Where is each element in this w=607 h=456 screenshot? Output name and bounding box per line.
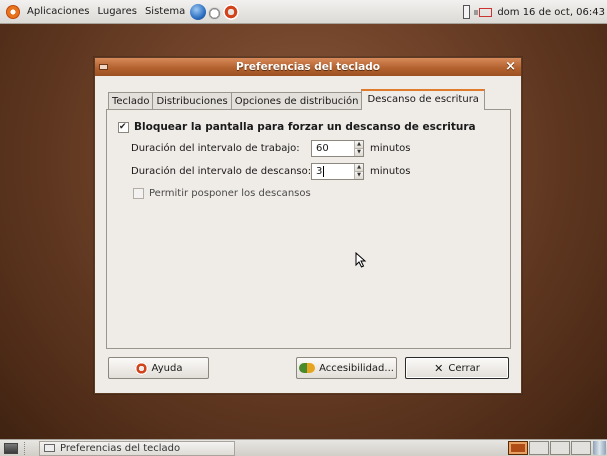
break-interval-label: Duración del intervalo de descanso: — [131, 166, 312, 177]
menu-aplicaciones[interactable]: Aplicaciones — [23, 0, 93, 24]
show-desktop-icon[interactable] — [4, 442, 18, 454]
work-interval-unit: minutos — [370, 143, 411, 154]
window-close-icon[interactable]: × — [505, 58, 516, 76]
taskbar-item-label: Preferencias del teclado — [60, 442, 181, 454]
help-button-label: Ayuda — [151, 362, 183, 374]
keyboard-icon[interactable] — [463, 5, 471, 19]
workspace-1[interactable] — [508, 441, 528, 455]
spin-up-icon[interactable]: ▲ — [355, 164, 363, 172]
clock-icon[interactable] — [208, 6, 222, 20]
menu-sistema[interactable]: Sistema — [141, 0, 189, 24]
postpone-label: Permitir posponer los descansos — [149, 188, 311, 199]
globe-icon[interactable] — [190, 3, 207, 20]
trash-icon[interactable] — [593, 441, 606, 455]
lock-screen-checkbox[interactable] — [118, 121, 129, 133]
postpone-checkbox[interactable] — [133, 188, 144, 199]
mouse-pointer-icon — [355, 252, 367, 268]
window-title: Preferencias del teclado — [236, 61, 380, 73]
panel-grip — [24, 441, 27, 455]
accessibility-icon — [299, 363, 316, 373]
panel-clock[interactable]: dom 16 de oct, 06:43 — [497, 7, 607, 18]
work-interval-row: Duración del intervalo de trabajo: — [131, 143, 300, 154]
workspace-4[interactable] — [571, 441, 591, 455]
window-icon — [44, 444, 55, 452]
taskbar-item-keyboard-preferences[interactable]: Preferencias del teclado — [39, 440, 235, 456]
work-interval-label: Duración del intervalo de trabajo: — [131, 143, 300, 154]
workspace-3[interactable] — [550, 441, 570, 455]
menu-lugares[interactable]: Lugares — [93, 0, 140, 24]
bottom-panel: Preferencias del teclado — [0, 439, 607, 456]
tab-panel-descanso: Bloquear la pantalla para forzar un desc… — [106, 109, 511, 349]
spin-down-icon[interactable]: ▼ — [355, 172, 363, 179]
lock-screen-row[interactable]: Bloquear la pantalla para forzar un desc… — [118, 121, 476, 133]
lock-screen-label: Bloquear la pantalla para forzar un desc… — [134, 121, 476, 133]
break-interval-value[interactable]: 3 — [316, 166, 322, 177]
top-panel: Aplicaciones Lugares Sistema dom 16 de o… — [0, 0, 607, 24]
break-interval-arrows[interactable]: ▲ ▼ — [354, 164, 363, 179]
spin-down-icon[interactable]: ▼ — [355, 149, 363, 156]
tab-teclado[interactable]: Teclado — [108, 92, 154, 110]
network-icon[interactable] — [474, 7, 493, 17]
break-interval-unit: minutos — [370, 166, 411, 177]
top-panel-tray: dom 16 de oct, 06:43 — [463, 0, 607, 24]
break-interval-row: Duración del intervalo de descanso: — [131, 166, 311, 177]
work-interval-spinner[interactable]: 60 ▲ ▼ — [311, 140, 364, 157]
postpone-row[interactable]: Permitir posponer los descansos — [133, 188, 311, 199]
window-titlebar[interactable]: Preferencias del teclado × — [95, 58, 521, 76]
lifebuoy-icon[interactable] — [223, 3, 240, 20]
accessibility-button[interactable]: Accesibilidad... — [296, 357, 397, 379]
break-interval-input[interactable]: 3 — [312, 164, 354, 179]
workspace-2[interactable] — [529, 441, 549, 455]
workspace-switcher — [507, 441, 591, 455]
keyboard-preferences-window: Preferencias del teclado × Teclado Distr… — [94, 57, 522, 394]
close-icon: ✕ — [434, 361, 444, 375]
tab-descanso-escritura[interactable]: Descanso de escritura — [361, 89, 485, 110]
close-button-label: Cerrar — [448, 362, 480, 374]
help-icon — [134, 361, 148, 375]
spin-up-icon[interactable]: ▲ — [355, 141, 363, 149]
work-interval-value[interactable]: 60 — [312, 141, 354, 156]
close-button[interactable]: ✕ Cerrar — [405, 357, 509, 379]
break-interval-spinner[interactable]: 3 ▲ ▼ — [311, 163, 364, 180]
tab-distribuciones[interactable]: Distribuciones — [152, 92, 232, 110]
accessibility-button-label: Accesibilidad... — [319, 362, 394, 374]
help-button[interactable]: Ayuda — [108, 357, 209, 379]
tab-opciones-distribucion[interactable]: Opciones de distribución — [230, 92, 363, 110]
work-interval-arrows[interactable]: ▲ ▼ — [354, 141, 363, 156]
ubuntu-logo-icon[interactable] — [6, 4, 20, 19]
tab-bar: Teclado Distribuciones Opciones de distr… — [108, 89, 485, 110]
text-cursor — [323, 165, 325, 177]
window-menu-icon[interactable] — [99, 64, 108, 70]
